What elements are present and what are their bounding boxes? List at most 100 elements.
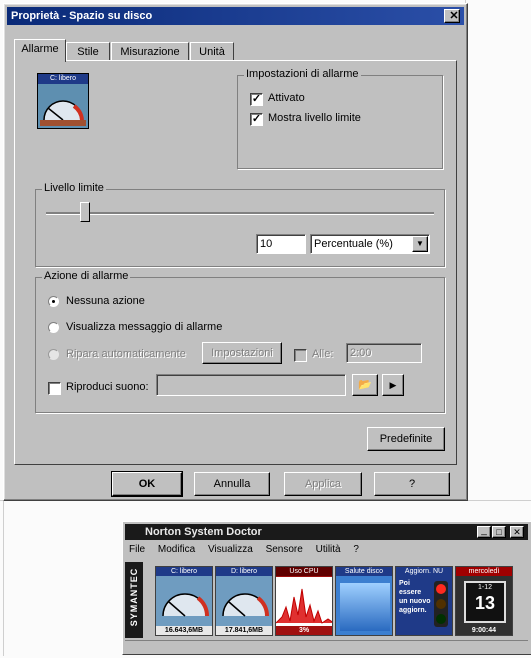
disk-health-icon bbox=[340, 583, 390, 631]
menu-utilita[interactable]: Utilità bbox=[316, 544, 341, 555]
dialog-title-bar[interactable]: Proprietà - Spazio su disco ✕ bbox=[7, 7, 464, 25]
radio-show-message-label: Visualizza messaggio di allarme bbox=[66, 321, 223, 333]
radio-no-action[interactable] bbox=[48, 296, 59, 307]
liveupdate-line: un nuovo bbox=[399, 598, 431, 605]
sound-label: Riproduci suono: bbox=[66, 381, 149, 393]
dialog-title: Proprietà - Spazio su disco bbox=[11, 10, 153, 22]
activated-checkbox[interactable]: ✓ bbox=[250, 93, 263, 106]
maximize-icon: □ bbox=[496, 527, 502, 537]
close-button[interactable]: ✕ bbox=[510, 526, 524, 538]
sensor-caption: Uso CPU bbox=[276, 567, 332, 576]
sensor-liveupdate[interactable]: Aggiorn. NU Poi essere un nuovo aggiorn. bbox=[395, 566, 453, 636]
alle-time-input[interactable]: 2:00 bbox=[346, 343, 422, 363]
norton-title-bar[interactable]: Norton System Doctor bbox=[125, 524, 528, 540]
show-limit-label: Mostra livello limite bbox=[268, 112, 361, 124]
show-limit-checkbox[interactable]: ✓ bbox=[250, 113, 263, 126]
defaults-button[interactable]: Predefinite bbox=[367, 427, 445, 451]
tab-stile[interactable]: Stile bbox=[66, 42, 110, 61]
sensor-value: 16.643,6MB bbox=[156, 626, 212, 635]
calendar-day: 13 bbox=[474, 593, 496, 613]
folder-icon: 📂 bbox=[358, 379, 372, 391]
sensor-c-free[interactable]: C: libero 16.643,6MB bbox=[155, 566, 213, 636]
sound-checkbox[interactable] bbox=[48, 382, 61, 395]
tab-allarme-label: Allarme bbox=[21, 43, 59, 55]
norton-title: Norton System Doctor bbox=[145, 526, 262, 538]
liveupdate-line: aggiorn. bbox=[399, 607, 427, 614]
limit-level-label: Livello limite bbox=[42, 182, 106, 194]
calendar-icon: 1-12 13 bbox=[464, 581, 506, 623]
cpu-graph-icon bbox=[276, 577, 332, 627]
sensor-caption: mercoledì bbox=[456, 567, 512, 576]
alarm-action-label: Azione di allarme bbox=[42, 270, 131, 282]
menu-help[interactable]: ? bbox=[353, 544, 359, 555]
unit-select[interactable]: Percentuale (%) ▼ bbox=[310, 234, 430, 254]
play-icon: ▶ bbox=[389, 380, 397, 390]
tab-unita-label: Unità bbox=[199, 46, 225, 58]
sensor-d-free[interactable]: D: libero 17.841,6MB bbox=[215, 566, 273, 636]
sensor-caption: Salute disco bbox=[336, 567, 392, 576]
radio-auto-repair-label: Ripara automaticamente bbox=[66, 348, 186, 360]
sound-file-input[interactable] bbox=[156, 374, 346, 396]
close-icon: ✕ bbox=[449, 10, 459, 22]
browse-folder-button[interactable]: 📂 bbox=[352, 374, 378, 396]
norton-window: Norton System Doctor _ □ ✕ File Modifica… bbox=[122, 521, 531, 655]
minimize-icon: _ bbox=[481, 525, 487, 536]
play-button[interactable]: ▶ bbox=[382, 374, 404, 396]
menu-sensore[interactable]: Sensore bbox=[266, 544, 303, 555]
cancel-button[interactable]: Annulla bbox=[194, 472, 270, 496]
minimize-button[interactable]: _ bbox=[477, 526, 491, 538]
properties-dialog: Proprietà - Spazio su disco ✕ Allarme St… bbox=[3, 3, 468, 501]
sensor-caption: C: libero bbox=[156, 567, 212, 576]
gauge-icon bbox=[162, 593, 210, 617]
close-icon: ✕ bbox=[513, 527, 521, 537]
check-icon: ✓ bbox=[251, 93, 262, 105]
check-icon: ✓ bbox=[251, 113, 262, 125]
gauge-dial-icon bbox=[40, 100, 86, 126]
menu-visualizza[interactable]: Visualizza bbox=[208, 544, 253, 555]
maximize-button[interactable]: □ bbox=[492, 526, 506, 538]
alle-checkbox[interactable] bbox=[294, 349, 307, 362]
limit-slider-thumb[interactable] bbox=[79, 202, 90, 222]
radio-auto-repair[interactable] bbox=[48, 349, 59, 360]
apply-button[interactable]: Applica bbox=[284, 472, 362, 496]
calendar-month: 1-12 bbox=[477, 584, 492, 591]
tab-panel: C: libero Impostazioni di allarme ✓ Atti… bbox=[14, 60, 457, 465]
alarm-settings-label: Impostazioni di allarme bbox=[244, 68, 361, 80]
chevron-down-icon[interactable]: ▼ bbox=[412, 236, 428, 252]
settings-button[interactable]: Impostazioni bbox=[202, 342, 282, 364]
gauge-preview-icon: C: libero bbox=[37, 73, 89, 129]
tab-stile-label: Stile bbox=[77, 46, 99, 58]
tab-allarme[interactable]: Allarme bbox=[14, 39, 66, 62]
unit-select-value: Percentuale (%) bbox=[314, 238, 393, 250]
sensor-value: 17.841,6MB bbox=[216, 626, 272, 635]
limit-level-group: Livello limite 10 Percentuale (%) ▼ bbox=[35, 182, 445, 267]
sensor-cpu-usage[interactable]: Uso CPU 3% bbox=[275, 566, 333, 636]
slider-track bbox=[46, 212, 434, 215]
ok-button[interactable]: OK bbox=[112, 472, 182, 496]
clock-time: 9:00:44 bbox=[471, 627, 497, 634]
tab-unita[interactable]: Unità bbox=[190, 42, 234, 61]
sensor-clock[interactable]: mercoledì 1-12 13 9:00:44 bbox=[455, 566, 513, 636]
symantec-brand-strip: SYMANTEC bbox=[125, 562, 143, 638]
liveupdate-text: Poi essere un nuovo aggiorn. bbox=[399, 579, 431, 615]
alarm-action-group: Azione di allarme Nessuna azione Visuali… bbox=[35, 270, 445, 413]
menu-file[interactable]: File bbox=[129, 544, 145, 555]
help-button[interactable]: ? bbox=[374, 472, 450, 496]
sensor-disk-health[interactable]: Salute disco bbox=[335, 566, 393, 636]
symantec-logo: SYMANTEC bbox=[129, 567, 139, 627]
alle-label: Alle: bbox=[312, 348, 334, 360]
tab-misurazione-label: Misurazione bbox=[120, 46, 180, 58]
traffic-light-icon bbox=[434, 581, 448, 627]
norton-status-bar bbox=[125, 640, 528, 651]
menu-modifica[interactable]: Modifica bbox=[158, 544, 195, 555]
gauge-icon bbox=[222, 593, 270, 617]
norton-menubar: File Modifica Visualizza Sensore Utilità… bbox=[129, 544, 369, 555]
activated-label: Attivato bbox=[268, 92, 305, 104]
sensor-caption: Aggiorn. NU bbox=[396, 567, 452, 576]
radio-show-message[interactable] bbox=[48, 322, 59, 333]
limit-value-input[interactable]: 10 bbox=[256, 234, 306, 254]
sensor-value: 3% bbox=[276, 626, 332, 635]
radio-no-action-label: Nessuna azione bbox=[66, 295, 145, 307]
close-button[interactable]: ✕ bbox=[444, 9, 460, 23]
tab-misurazione[interactable]: Misurazione bbox=[111, 42, 189, 61]
